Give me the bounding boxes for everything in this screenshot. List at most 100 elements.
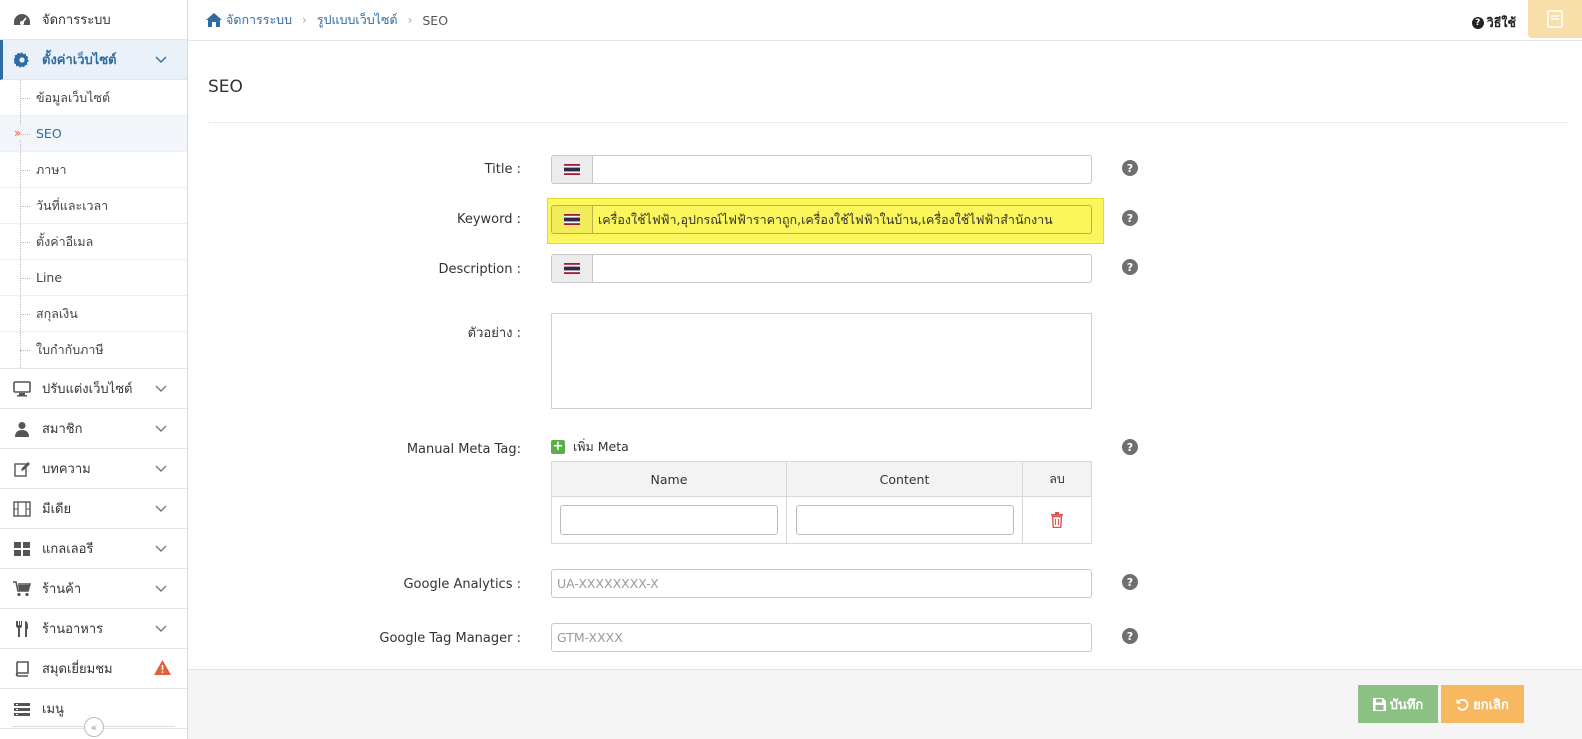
user-icon bbox=[12, 419, 32, 439]
google-analytics-placeholder: UA-XXXXXXXX-X bbox=[557, 576, 659, 591]
submenu-item-tax-invoice[interactable]: ใบกำกับภาษี bbox=[0, 332, 187, 368]
sidebar-item-customize[interactable]: ปรับแต่งเว็บไซต์ bbox=[0, 369, 187, 409]
floppy-disk-icon bbox=[1372, 697, 1386, 711]
save-button[interactable]: บันทึก bbox=[1358, 685, 1438, 723]
sidebar-item-label: ร้านค้า bbox=[42, 582, 82, 597]
top-bar: จัดการระบบ › รูปแบบเว็บไซต์ › SEO ? วิธี… bbox=[188, 0, 1582, 41]
table-header: Name Content ลบ bbox=[552, 462, 1091, 497]
keyword-label: Keyword : bbox=[456, 212, 521, 227]
sidebar-item-label: มีเดีย bbox=[42, 502, 72, 517]
gallery-grid-icon bbox=[12, 539, 32, 559]
submenu-item-language[interactable]: ภาษา bbox=[0, 152, 187, 188]
example-label: ตัวอย่าง : bbox=[467, 326, 521, 341]
meta-content-input[interactable] bbox=[795, 505, 1014, 535]
sidebar-item-restaurant[interactable]: ร้านอาหาร bbox=[0, 609, 187, 649]
submenu-item-website-info[interactable]: ข้อมูลเว็บไซต์ bbox=[0, 80, 187, 116]
sidebar-item-label: ปรับแต่งเว็บไซต์ bbox=[42, 382, 133, 397]
title-field[interactable] bbox=[551, 155, 1092, 184]
help-icon[interactable]: ? bbox=[1122, 210, 1138, 226]
sidebar-item-shop[interactable]: ร้านค้า bbox=[0, 569, 187, 609]
meta-tag-table: Name Content ลบ bbox=[551, 461, 1092, 544]
undo-icon bbox=[1456, 698, 1469, 711]
sidebar-item-label: สมุดเยี่ยมชม bbox=[42, 662, 113, 677]
language-flag-addon[interactable] bbox=[552, 206, 593, 233]
submenu-label: สกุลเงิน bbox=[36, 305, 78, 321]
sidebar-item-label: ตั้งค่าเว็บไซต์ bbox=[42, 53, 117, 68]
sidebar-item-members[interactable]: สมาชิก bbox=[0, 409, 187, 449]
chevron-down-icon[interactable] bbox=[155, 582, 167, 594]
submenu-label: วันที่และเวลา bbox=[36, 197, 109, 213]
help-icon[interactable]: ? bbox=[1122, 439, 1138, 455]
help-icon[interactable]: ? bbox=[1122, 259, 1138, 275]
sidebar-item-articles[interactable]: บทความ bbox=[0, 449, 187, 489]
cancel-label: ยกเลิก bbox=[1473, 697, 1509, 713]
keyword-field[interactable]: เครื่องใช้ไฟฟ้า,อุปกรณ์ไฟฟ้าราคาถูก,เครื… bbox=[551, 205, 1092, 234]
double-chevron-left-icon: « bbox=[90, 720, 98, 734]
chevron-down-icon[interactable] bbox=[155, 422, 167, 434]
chevron-down-icon[interactable] bbox=[155, 542, 167, 554]
submenu-item-datetime[interactable]: วันที่และเวลา bbox=[0, 188, 187, 224]
howto-link[interactable]: ? วิธีใช้ bbox=[1471, 13, 1516, 33]
add-meta-label: เพิ่ม Meta bbox=[573, 439, 629, 454]
add-meta-button[interactable]: + เพิ่ม Meta bbox=[551, 437, 629, 457]
delete-cell bbox=[1023, 497, 1091, 543]
submenu-item-email[interactable]: ตั้งค่าอีเมล bbox=[0, 224, 187, 260]
sidebar-item-system[interactable]: จัดการระบบ bbox=[0, 0, 187, 40]
submenu-label: ภาษา bbox=[36, 161, 67, 177]
edit-icon bbox=[12, 459, 32, 479]
name-cell bbox=[552, 497, 787, 543]
chevron-down-icon[interactable] bbox=[155, 53, 167, 65]
google-analytics-input[interactable]: UA-XXXXXXXX-X bbox=[551, 569, 1092, 598]
help-icon[interactable]: ? bbox=[1122, 160, 1138, 176]
film-icon bbox=[12, 499, 32, 519]
sidebar: จัดการระบบ ตั้งค่าเว็บไซต์ ข้อมูลเว็บไซต… bbox=[0, 0, 188, 739]
current-marker-icon: » bbox=[14, 126, 22, 140]
utensils-icon bbox=[12, 619, 32, 639]
google-tag-manager-input[interactable]: GTM-XXXX bbox=[551, 623, 1092, 652]
submenu-item-currency[interactable]: สกุลเงิน bbox=[0, 296, 187, 332]
sidebar-collapse-bar: « bbox=[0, 713, 187, 739]
help-icon[interactable]: ? bbox=[1122, 574, 1138, 590]
main-content: SEO Title : ? Keyword : เครื่องใช้ไฟฟ้า,… bbox=[188, 41, 1582, 669]
settings-submenu: ข้อมูลเว็บไซต์ » SEO ภาษา วันที่และเวลา ต… bbox=[0, 80, 187, 369]
cancel-button[interactable]: ยกเลิก bbox=[1441, 685, 1524, 723]
title-label: Title : bbox=[484, 162, 521, 177]
monitor-icon bbox=[12, 379, 32, 399]
sidebar-item-guestbook[interactable]: สมุดเยี่ยมชม bbox=[0, 649, 187, 689]
sidebar-item-media[interactable]: มีเดีย bbox=[0, 489, 187, 529]
divider bbox=[208, 122, 1568, 123]
collapse-sidebar-button[interactable]: « bbox=[84, 717, 104, 737]
plus-icon: + bbox=[551, 439, 565, 454]
breadcrumb-home-link[interactable]: จัดการระบบ bbox=[226, 10, 292, 30]
language-flag-addon[interactable] bbox=[552, 255, 593, 282]
google-analytics-label: Google Analytics : bbox=[403, 577, 521, 592]
trash-icon[interactable] bbox=[1050, 512, 1064, 528]
howto-label: วิธีใช้ bbox=[1486, 15, 1516, 30]
language-flag-addon[interactable] bbox=[552, 156, 593, 183]
column-header-content: Content bbox=[787, 462, 1023, 496]
breadcrumb-current: SEO bbox=[422, 12, 449, 28]
warning-icon bbox=[154, 660, 171, 675]
dashboard-icon bbox=[12, 10, 32, 30]
submenu-item-seo[interactable]: » SEO bbox=[0, 116, 187, 152]
chevron-down-icon[interactable] bbox=[155, 622, 167, 634]
home-icon bbox=[206, 13, 222, 27]
chevron-down-icon[interactable] bbox=[155, 382, 167, 394]
keyword-value: เครื่องใช้ไฟฟ้า,อุปกรณ์ไฟฟ้าราคาถูก,เครื… bbox=[598, 211, 1053, 227]
thai-flag-icon bbox=[564, 164, 580, 175]
chevron-down-icon[interactable] bbox=[155, 462, 167, 474]
sidebar-item-gallery[interactable]: แกลเลอรี bbox=[0, 529, 187, 569]
breadcrumb: จัดการระบบ › รูปแบบเว็บไซต์ › SEO bbox=[206, 10, 448, 30]
help-icon[interactable]: ? bbox=[1122, 628, 1138, 644]
meta-name-input[interactable] bbox=[560, 505, 778, 535]
sidebar-item-website-settings[interactable]: ตั้งค่าเว็บไซต์ bbox=[0, 40, 187, 80]
book-icon bbox=[1547, 10, 1563, 28]
submenu-item-line[interactable]: Line bbox=[0, 260, 187, 296]
sidebar-item-label: สมาชิก bbox=[42, 422, 83, 437]
manual-tab[interactable] bbox=[1528, 0, 1582, 38]
sidebar-item-label: จัดการระบบ bbox=[42, 13, 111, 28]
description-field[interactable] bbox=[551, 254, 1092, 283]
breadcrumb-section-link[interactable]: รูปแบบเว็บไซต์ bbox=[317, 10, 398, 30]
chevron-down-icon[interactable] bbox=[155, 502, 167, 514]
breadcrumb-separator: › bbox=[302, 13, 307, 27]
